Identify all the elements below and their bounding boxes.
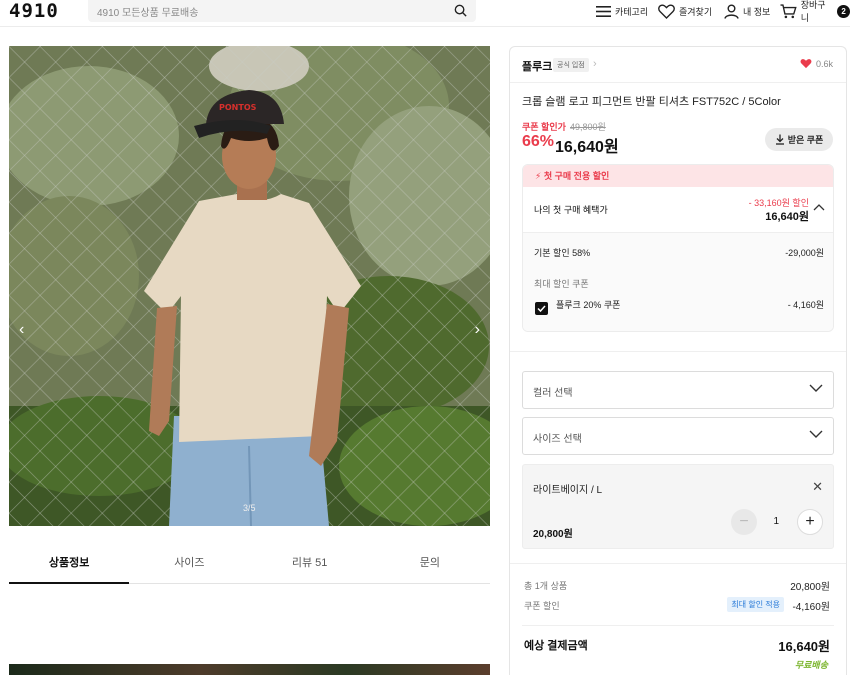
product-title: 크롭 슬램 로고 피그먼트 반팔 티셔츠 FST752C / 5Color xyxy=(522,96,781,108)
payment-value: 16,640원 xyxy=(778,639,830,654)
site-logo[interactable]: 4910 xyxy=(9,0,59,22)
tab-reviews[interactable]: 리뷰 51 xyxy=(250,548,370,583)
brand-name[interactable]: 플루크 xyxy=(522,58,552,74)
divider xyxy=(510,351,846,352)
chevron-up-icon[interactable] xyxy=(813,203,825,211)
heart-filled-icon xyxy=(800,59,812,69)
sale-price: 16,640원 xyxy=(555,139,619,156)
tab-size[interactable]: 사이즈 xyxy=(129,548,249,583)
nav-favorites[interactable]: 즐겨찾기 xyxy=(658,2,712,20)
nav-category-label: 카테고리 xyxy=(615,6,649,17)
first-purchase-label: 나의 첫 구매 혜택가 xyxy=(534,205,608,215)
first-purchase-header-text: 첫 구매 전용 할인 xyxy=(543,171,610,181)
size-select[interactable]: 사이즈 선택 xyxy=(522,417,834,455)
nav-favorites-label: 즐겨찾기 xyxy=(679,6,713,17)
discount-percent: 66% xyxy=(522,133,555,150)
max-discount-badge: 최대 할인 적용 xyxy=(727,597,784,612)
color-select-label: 컬러 선택 xyxy=(533,388,573,399)
first-purchase-row[interactable]: 나의 첫 구매 혜택가 - 33,160원 할인 16,640원 xyxy=(523,187,833,233)
heart-icon xyxy=(658,4,675,19)
user-icon xyxy=(724,4,739,19)
search-input[interactable]: 4910 모든상품 무료배송 xyxy=(97,4,198,19)
image-counter: 3/5 xyxy=(243,503,256,513)
first-purchase-total: 16,640원 xyxy=(765,211,809,223)
selected-option-price: 20,800원 xyxy=(533,529,573,540)
menu-icon xyxy=(596,5,611,17)
coupon-discount-label: 쿠폰 할인 xyxy=(524,601,560,611)
tab-inquiry[interactable]: 문의 xyxy=(370,548,490,583)
chevron-down-icon xyxy=(809,384,823,392)
cart-icon xyxy=(780,3,797,18)
svg-text:PONTOS: PONTOS xyxy=(219,103,257,112)
free-shipping-label: 무료배송 xyxy=(794,660,828,670)
nav-my-info[interactable]: 내 정보 xyxy=(724,2,770,20)
size-select-label: 사이즈 선택 xyxy=(533,434,582,445)
quantity-decrease-button[interactable]: − xyxy=(731,509,757,535)
payment-label: 예상 결제금액 xyxy=(524,640,588,652)
coupon-checkbox[interactable] xyxy=(535,302,548,315)
like-count: 0.6k xyxy=(815,58,833,69)
received-coupon-label: 받은 쿠폰 xyxy=(787,135,824,145)
quantity-value[interactable]: 1 xyxy=(773,516,779,527)
check-icon xyxy=(537,305,546,313)
chevron-right-icon: › xyxy=(593,58,597,70)
coupon-name: 플루크 20% 쿠폰 xyxy=(556,300,621,310)
prev-image-icon[interactable]: ‹ xyxy=(19,321,24,339)
brand-row[interactable]: 플루크 공식 입점 › 0.6k xyxy=(510,47,846,83)
download-icon xyxy=(775,134,784,145)
product-photo: PONTOS xyxy=(9,46,490,526)
base-discount-value: -29,000원 xyxy=(785,248,824,258)
coupon-price-label: 쿠폰 할인가 xyxy=(522,122,566,132)
official-badge: 공식 입점 xyxy=(553,58,589,72)
selected-option: 라이트베이지 / L ✕ 20,800원 − 1 + xyxy=(522,464,834,549)
next-image-icon[interactable]: › xyxy=(475,321,480,339)
nav-my-info-label: 내 정보 xyxy=(743,6,771,17)
close-icon[interactable]: ✕ xyxy=(812,479,823,495)
coupon-discount-value: -4,160원 xyxy=(792,602,830,613)
chevron-down-icon xyxy=(809,430,823,438)
purchase-panel: 플루크 공식 입점 › 0.6k 크롭 슬램 로고 피그먼트 반팔 티셔츠 FS… xyxy=(509,46,847,675)
nav-cart-label: 장바구니 xyxy=(800,0,826,23)
max-coupon-label: 최대 할인 쿠폰 xyxy=(534,279,589,289)
cart-count-badge: 2 xyxy=(837,4,850,18)
product-image-gallery[interactable]: PONTOS ‹ › 3/5 xyxy=(9,46,490,526)
like-button[interactable]: 0.6k xyxy=(800,58,833,69)
received-coupon-button[interactable]: 받은 쿠폰 xyxy=(765,128,833,151)
search-icon[interactable] xyxy=(453,3,468,18)
first-purchase-details: 기본 할인 58% -29,000원 최대 할인 쿠폰 플루크 20% 쿠폰 -… xyxy=(523,233,833,331)
product-tabs: 상품정보 사이즈 리뷰 51 문의 xyxy=(9,548,490,584)
total-items-label: 총 1개 상품 xyxy=(524,581,568,591)
coupon-value: - 4,160원 xyxy=(787,300,824,310)
divider xyxy=(522,625,834,626)
first-purchase-box: ⚡︎ 첫 구매 전용 할인 나의 첫 구매 혜택가 - 33,160원 할인 1… xyxy=(522,164,834,332)
color-select[interactable]: 컬러 선택 xyxy=(522,371,834,409)
quantity-increase-button[interactable]: + xyxy=(797,509,823,535)
total-items-value: 20,800원 xyxy=(790,582,830,593)
detail-image-preview xyxy=(9,664,490,675)
search-bar[interactable]: 4910 모든상품 무료배송 xyxy=(88,0,476,22)
lightning-icon: ⚡︎ xyxy=(535,171,542,181)
nav-cart[interactable]: 장바구니 2 xyxy=(780,0,850,23)
top-header: 4910 4910 모든상품 무료배송 카테고리 즐겨찾기 내 정보 장바구니 … xyxy=(0,0,850,27)
tab-product-info[interactable]: 상품정보 xyxy=(9,548,130,584)
divider xyxy=(510,563,846,564)
nav-category[interactable]: 카테고리 xyxy=(596,2,648,20)
base-discount-label: 기본 할인 58% xyxy=(534,248,591,258)
selected-option-name: 라이트베이지 / L xyxy=(533,485,603,496)
first-purchase-header: ⚡︎ 첫 구매 전용 할인 xyxy=(523,165,833,187)
original-price: 49,800원 xyxy=(570,122,606,132)
